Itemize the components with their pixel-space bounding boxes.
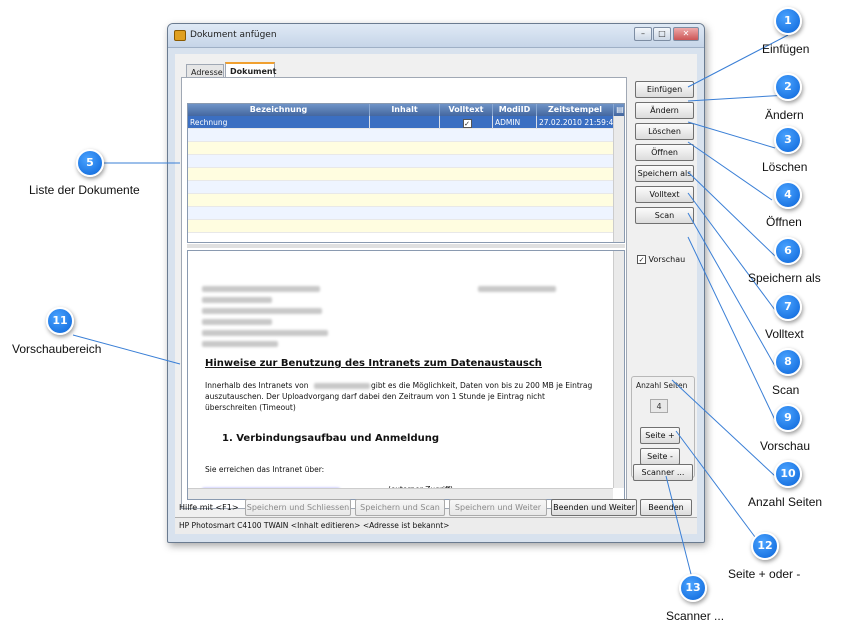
callout-3: 3 xyxy=(774,126,802,154)
callout-10: 10 xyxy=(774,460,802,488)
callout-4-label: Öffnen xyxy=(766,215,802,229)
callout-1-label: Einfügen xyxy=(762,42,810,56)
callout-13-label: Scanner ... xyxy=(666,609,725,623)
callout-12-label: Seite + oder - xyxy=(728,567,801,581)
callout-12: 12 xyxy=(751,532,779,560)
callout-2: 2 xyxy=(774,73,802,101)
callout-13: 13 xyxy=(679,574,707,602)
callout-3-label: Löschen xyxy=(762,160,808,174)
callout-1: 1 xyxy=(774,7,802,35)
callout-5: 5 xyxy=(76,149,104,177)
callout-10-label: Anzahl Seiten xyxy=(748,495,823,509)
callout-11: 11 xyxy=(46,307,74,335)
callout-2-label: Ändern xyxy=(765,108,804,122)
callout-9: 9 xyxy=(774,404,802,432)
callout-9-label: Vorschau xyxy=(760,439,811,453)
callout-4: 4 xyxy=(774,181,802,209)
callout-5-label: Liste der Dokumente xyxy=(29,183,140,197)
callout-6: 6 xyxy=(774,237,802,265)
callout-11-label: Vorschaubereich xyxy=(12,342,102,356)
callout-7-label: Volltext xyxy=(765,327,804,341)
callout-6-label: Speichern als xyxy=(748,271,821,285)
callout-8: 8 xyxy=(774,348,802,376)
callout-8-label: Scan xyxy=(772,383,800,397)
callout-lines xyxy=(72,34,789,583)
callout-7: 7 xyxy=(774,293,802,321)
